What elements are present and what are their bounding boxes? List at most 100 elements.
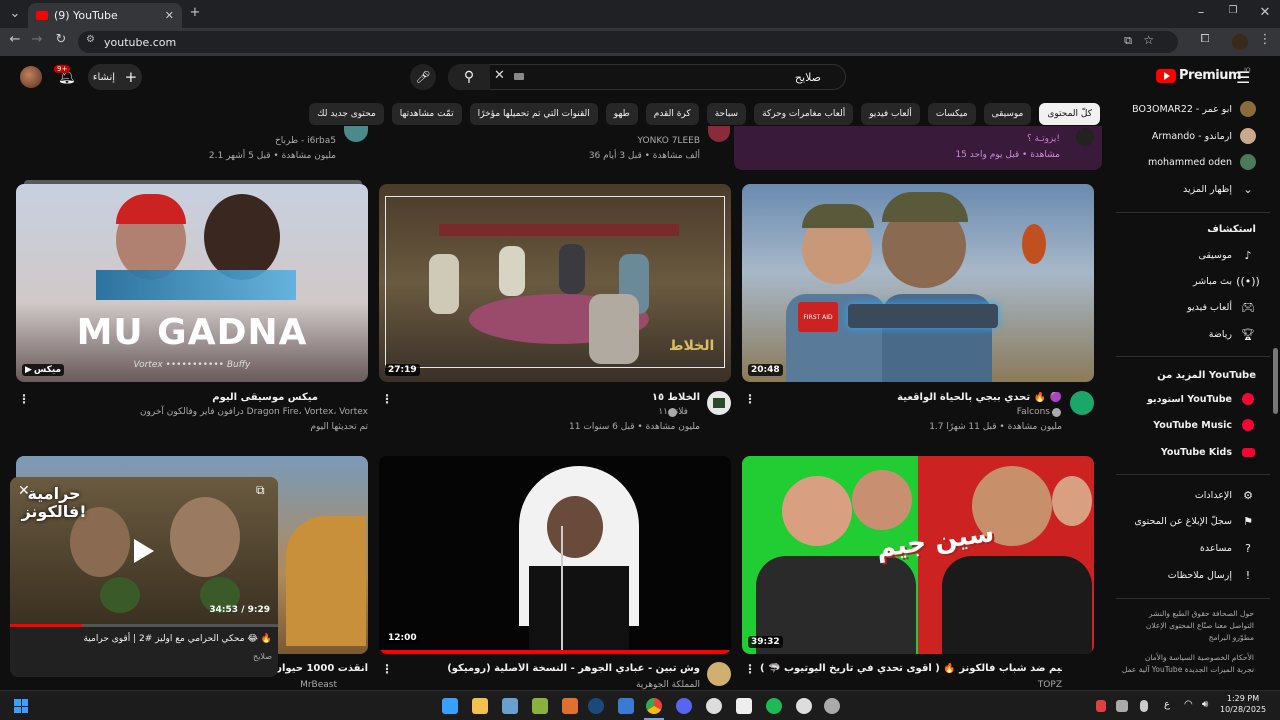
mini-player-title[interactable]: محكي الحرامي مع اوليز #2 | أقوى حرامية 😂…	[18, 634, 272, 644]
video-title[interactable]: الخلاط ١٥	[400, 392, 700, 403]
discord-icon[interactable]	[676, 698, 692, 714]
file-explorer-icon[interactable]	[472, 698, 488, 714]
back-icon[interactable]: ←	[6, 32, 24, 47]
tab-search-icon[interactable]: ⌄	[6, 6, 24, 21]
shield-icon[interactable]	[618, 698, 634, 714]
footer-links[interactable]: مطوّرو البرامج	[1116, 632, 1254, 644]
video-card-partial-3[interactable]: يزوتـة ؟! 15 مشاهدة • قبل يوم واحد	[734, 126, 1102, 170]
volume-icon[interactable]: 🔊︎	[1202, 699, 1208, 710]
chip-music[interactable]: موسيقى	[983, 103, 1032, 125]
app-icon[interactable]	[562, 698, 578, 714]
mic-tray-icon[interactable]	[1140, 700, 1148, 712]
clear-search-icon[interactable]: ✕	[494, 68, 505, 83]
video-channel[interactable]: MrBeast	[200, 680, 337, 690]
mini-player[interactable]: حرامية فالكونز! ✕ ⧉ 34:53 / 9:29 محكي ال…	[10, 477, 278, 677]
extensions-icon[interactable]: ⧠	[1196, 32, 1214, 46]
windows-start-icon[interactable]	[14, 699, 28, 713]
tab-close-icon[interactable]: ✕	[165, 9, 174, 22]
top-video-channel[interactable]: YONKO 7LEEB	[560, 136, 700, 146]
video-channel[interactable]: فلاتر ١١	[400, 407, 688, 417]
mini-player-channel[interactable]: صلايح	[18, 652, 272, 661]
account-avatar[interactable]	[20, 66, 42, 88]
sidebar-item-studio[interactable]: استوديو YouTube	[1116, 388, 1256, 410]
chip-video-games[interactable]: ألعاب فيديو	[861, 103, 920, 125]
expand-player-icon[interactable]: ⧉	[256, 483, 265, 498]
browser-tab[interactable]: (9) YouTube ✕	[28, 3, 182, 28]
chip-action-adventure[interactable]: ألعاب مغامرات وحركة	[754, 103, 854, 125]
search-box[interactable]: صلايح	[448, 64, 846, 90]
video-title[interactable]: تحدي ببجي بالحياة الواقعية 🔥 🟣	[760, 392, 1062, 403]
search-button[interactable]: ⚲	[448, 64, 490, 90]
chip-cooking[interactable]: طهو	[605, 103, 638, 125]
app-icon[interactable]	[824, 698, 840, 714]
footer-links[interactable]: التواصل معنا صنّاع المحتوى الإعلان	[1116, 620, 1254, 632]
youtube-premium-logo[interactable]: Premium IQ	[1156, 67, 1251, 83]
video-menu-icon[interactable]: ⋮	[744, 662, 756, 676]
site-info-icon[interactable]: ⚙	[86, 34, 95, 45]
scrollbar[interactable]	[1270, 98, 1280, 690]
channel-avatar[interactable]	[344, 126, 368, 142]
subscription-item[interactable]: Armando - ارماندو	[1116, 125, 1256, 147]
subscription-item[interactable]: mohammed oden	[1116, 151, 1256, 173]
forward-icon[interactable]: →	[28, 32, 46, 47]
sidebar-item-help[interactable]: ? مساعدة	[1116, 537, 1256, 559]
show-more-button[interactable]: ⌄ إظهار المزيد	[1116, 178, 1256, 200]
steam-icon[interactable]	[588, 698, 604, 714]
video-channel[interactable]: درافون فاير وفالكون آخرون Dragon Fire، V…	[40, 407, 368, 417]
tray-icon[interactable]	[1096, 700, 1106, 712]
keyboard-icon[interactable]	[514, 73, 524, 80]
video-title[interactable]: ميكس موسيقى اليوم	[40, 392, 318, 403]
cast-icon[interactable]: ⧉	[1124, 34, 1132, 48]
mini-player-progress-track[interactable]	[10, 624, 278, 627]
video-channel[interactable]: TOPZ	[960, 680, 1062, 690]
sidebar-item-music-app[interactable]: YouTube Music	[1116, 414, 1256, 436]
bookmark-star-icon[interactable]: ☆	[1143, 33, 1154, 47]
video-channel[interactable]: المملكة الجوهرية	[540, 680, 700, 690]
vim-icon[interactable]	[532, 698, 548, 714]
chip-recently-uploaded[interactable]: القنوات التي تم تحميلها مؤخرًا	[469, 103, 598, 125]
video-channel[interactable]: Falcons	[760, 407, 1050, 417]
sidebar-item-report-history[interactable]: ⚑ سجلّ الإبلاغ عن المحتوى	[1116, 510, 1256, 532]
sidebar-item-settings[interactable]: ⚙ الإعدادات	[1116, 484, 1256, 506]
url-field[interactable]: ⚙ youtube.com ⧉ ☆	[78, 31, 1178, 53]
chrome-icon[interactable]	[646, 698, 662, 714]
video-thumbnail[interactable]: سين جيم 39:32	[742, 456, 1094, 654]
chip-mixes[interactable]: ميكسات	[927, 103, 976, 125]
footer-links[interactable]: حول الصحافة حقوق الطبع والنشر	[1116, 608, 1254, 620]
chip-swimming[interactable]: سباحة	[706, 103, 747, 125]
video-title[interactable]: سين جيم ضد شباب فالكونز 🔥 ( أقوى تحدي في…	[760, 663, 1062, 674]
scrollbar-thumb[interactable]	[1273, 348, 1278, 414]
video-menu-icon[interactable]: ⋮	[18, 392, 30, 406]
store-icon[interactable]	[502, 698, 518, 714]
sidebar-item-sports[interactable]: 🏆︎ رياضة	[1116, 323, 1256, 345]
video-title[interactable]: وش تبين - عبادي الجوهر - النسخة الأصلية …	[400, 663, 700, 674]
new-tab-icon[interactable]: +	[186, 5, 204, 20]
cloud-icon[interactable]	[1116, 700, 1128, 712]
spotify-icon[interactable]	[766, 698, 782, 714]
channel-avatar[interactable]	[707, 662, 731, 686]
sidebar-item-live[interactable]: ((•)) بث مباشر	[1116, 270, 1260, 292]
video-menu-icon[interactable]: ⋮	[381, 662, 393, 676]
profile-avatar[interactable]	[1232, 34, 1248, 50]
chip-watched[interactable]: تمّت مشاهدتها	[391, 103, 462, 125]
sidebar-item-gaming[interactable]: 🎮︎ ألعاب فيديو	[1116, 296, 1256, 318]
chip-all[interactable]: كلّ المحتوى	[1039, 103, 1100, 125]
close-mini-player-icon[interactable]: ✕	[18, 483, 30, 499]
browser-menu-icon[interactable]: ⋮	[1256, 32, 1274, 47]
app-icon[interactable]	[706, 698, 722, 714]
chip-football[interactable]: كرة القدم	[645, 103, 699, 125]
video-thumbnail[interactable]: MU GADNA Vortex ••••••••••• Buffy ▶︎ ميكس	[16, 184, 368, 382]
wifi-icon[interactable]: ◠	[1184, 699, 1193, 710]
video-thumbnail[interactable]: FIRST AID 20:48	[742, 184, 1094, 382]
channel-avatar[interactable]	[707, 391, 731, 415]
minimize-icon[interactable]: –	[1192, 5, 1210, 20]
chip-new-to-you[interactable]: محتوى جديد لك	[309, 103, 384, 125]
mini-player-video[interactable]: حرامية فالكونز! ✕ ⧉ 34:53 / 9:29	[10, 477, 278, 627]
app-icon[interactable]	[736, 698, 752, 714]
search-input[interactable]: صلايح	[795, 71, 821, 84]
gear-icon[interactable]	[796, 698, 812, 714]
create-button[interactable]: إنشاء +	[88, 64, 142, 90]
start-menu-icon[interactable]	[442, 698, 458, 714]
subscription-item[interactable]: BO3OMAR22 - ابو عمر	[1116, 98, 1256, 120]
sidebar-item-kids[interactable]: YouTube Kids	[1116, 441, 1256, 463]
